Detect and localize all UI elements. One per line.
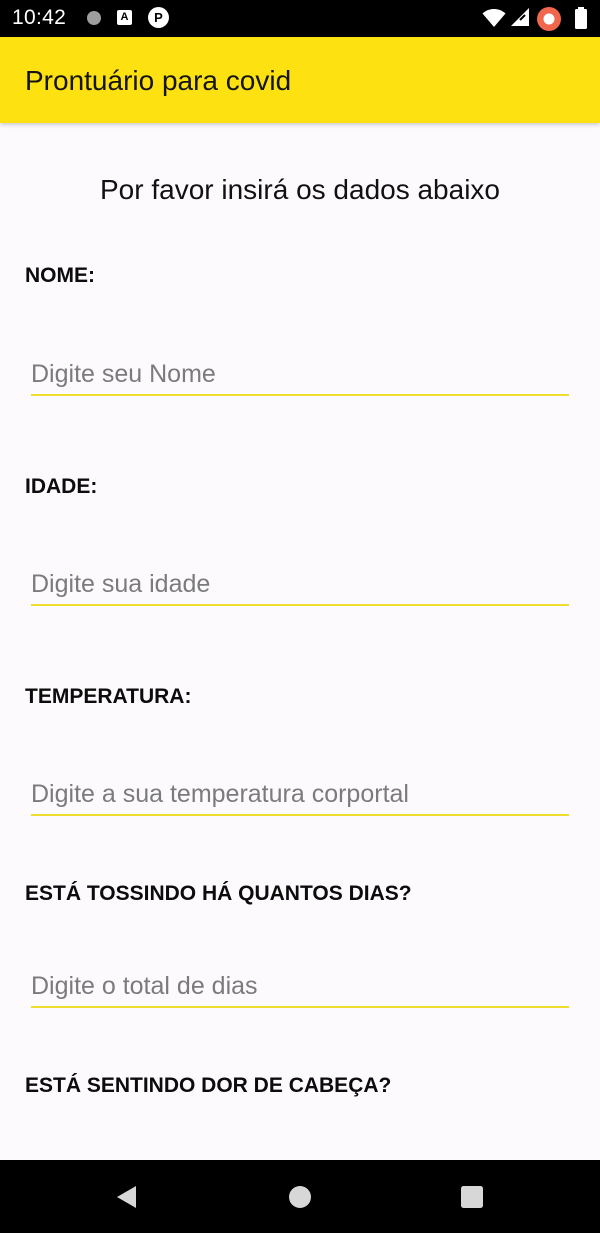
cellular-signal-icon bbox=[511, 8, 529, 26]
cough-days-label: ESTÁ TOSSINDO HÁ QUANTOS DIAS? bbox=[25, 882, 412, 905]
name-input[interactable] bbox=[31, 354, 569, 396]
battery-icon bbox=[575, 7, 587, 29]
a-badge-icon: A bbox=[117, 10, 132, 25]
name-label: NOME: bbox=[25, 264, 95, 287]
age-input[interactable] bbox=[31, 564, 569, 606]
temperature-label: TEMPERATURA: bbox=[25, 685, 192, 708]
recents-icon[interactable] bbox=[454, 1178, 490, 1214]
status-bar: 10:42 A P bbox=[0, 0, 600, 37]
wifi-icon bbox=[482, 9, 506, 27]
navigation-bar bbox=[0, 1160, 600, 1233]
cough-days-input[interactable] bbox=[31, 966, 569, 1008]
status-time: 10:42 bbox=[12, 6, 67, 29]
home-icon[interactable] bbox=[282, 1178, 318, 1214]
app-bar: Prontuário para covid bbox=[0, 37, 600, 123]
p-badge-icon: P bbox=[148, 7, 169, 28]
app-title: Prontuário para covid bbox=[25, 65, 292, 96]
notification-dot-icon bbox=[87, 11, 101, 25]
form-instruction: Por favor insirá os dados abaixo bbox=[100, 174, 500, 205]
back-icon[interactable] bbox=[108, 1178, 144, 1214]
temperature-input[interactable] bbox=[31, 774, 569, 816]
headache-label: ESTÁ SENTINDO DOR DE CABEÇA? bbox=[25, 1074, 392, 1097]
battery-saver-icon bbox=[537, 7, 561, 31]
age-label: IDADE: bbox=[25, 475, 98, 498]
